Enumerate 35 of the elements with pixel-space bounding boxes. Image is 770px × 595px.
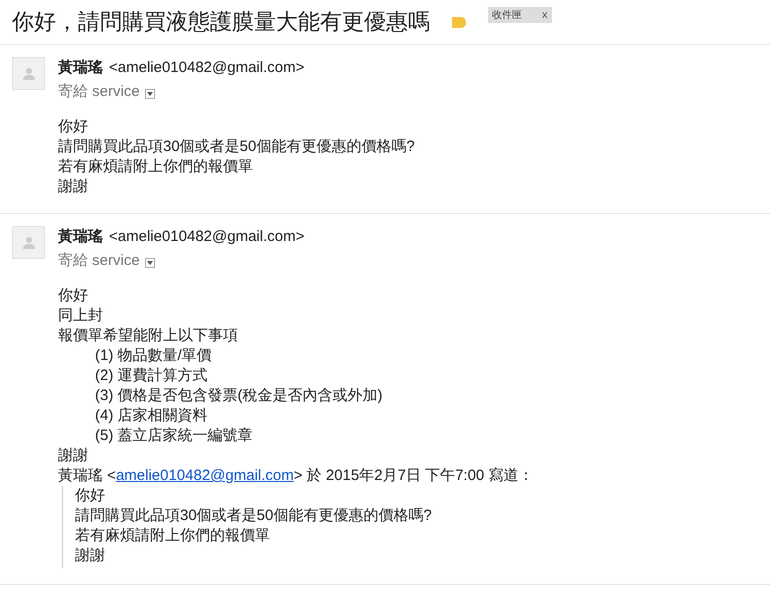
- email-subject: 你好，請問購買液態護膜量大能有更優惠嗎: [12, 8, 430, 36]
- details-dropdown-button[interactable]: [144, 258, 155, 268]
- email-link[interactable]: amelie010482@gmail.com: [116, 467, 294, 484]
- body-text-line: 若有麻煩請附上你們的報價單: [58, 157, 254, 177]
- quote-attribution: 黃瑞瑤 <amelie010482@gmail.com> 於 2015年2月7日 下午7:00 寫道：: [58, 466, 534, 486]
- body-text-line: (1) 物品數量/單價: [94, 346, 213, 366]
- avatar-icon: [12, 226, 45, 259]
- recipient-line: 寄給 service: [58, 82, 140, 102]
- avatar-icon: [12, 57, 45, 90]
- sender-email: <amelie010482@gmail.com>: [109, 227, 304, 247]
- sender-name: 黃瑞瑤: [58, 227, 103, 247]
- body-text-line: (5) 蓋立店家統一編號章: [94, 426, 254, 446]
- sender-email: <amelie010482@gmail.com>: [109, 58, 304, 78]
- caret-icon: [146, 260, 153, 264]
- caret-icon: [146, 92, 153, 96]
- body-text-line: 請問購買此品項30個或者是50個能有更優惠的價格嗎?: [58, 137, 415, 157]
- quoted-text-line: 謝謝: [75, 546, 106, 566]
- quoted-text-line: 若有麻煩請附上你們的報價單: [75, 526, 271, 546]
- body-text-line: 謝謝: [58, 177, 89, 197]
- remove-label-button[interactable]: x: [542, 10, 548, 20]
- quoted-text-line: 你好: [75, 486, 106, 506]
- body-text-line: 你好: [58, 286, 89, 306]
- sender-name: 黃瑞瑤: [58, 58, 103, 78]
- body-text-line: 同上封: [58, 306, 104, 326]
- details-dropdown-button[interactable]: [144, 88, 155, 98]
- body-text-line: 報價單希望能附上以下事項: [58, 326, 239, 346]
- body-text-line: 你好: [58, 117, 89, 137]
- body-text-line: (4) 店家相關資料: [94, 406, 208, 426]
- quoted-text-line: 請問購買此品項30個或者是50個能有更優惠的價格嗎?: [75, 506, 433, 526]
- recipient-line: 寄給 service: [58, 251, 140, 271]
- body-text-line: (3) 價格是否包含發票(稅金是否內含或外加): [94, 386, 384, 406]
- inbox-label-text: 收件匣: [492, 8, 522, 22]
- body-text-line: 謝謝: [58, 446, 89, 466]
- body-text-line: (2) 運費計算方式: [94, 366, 208, 386]
- label-tag-icon: [452, 16, 466, 28]
